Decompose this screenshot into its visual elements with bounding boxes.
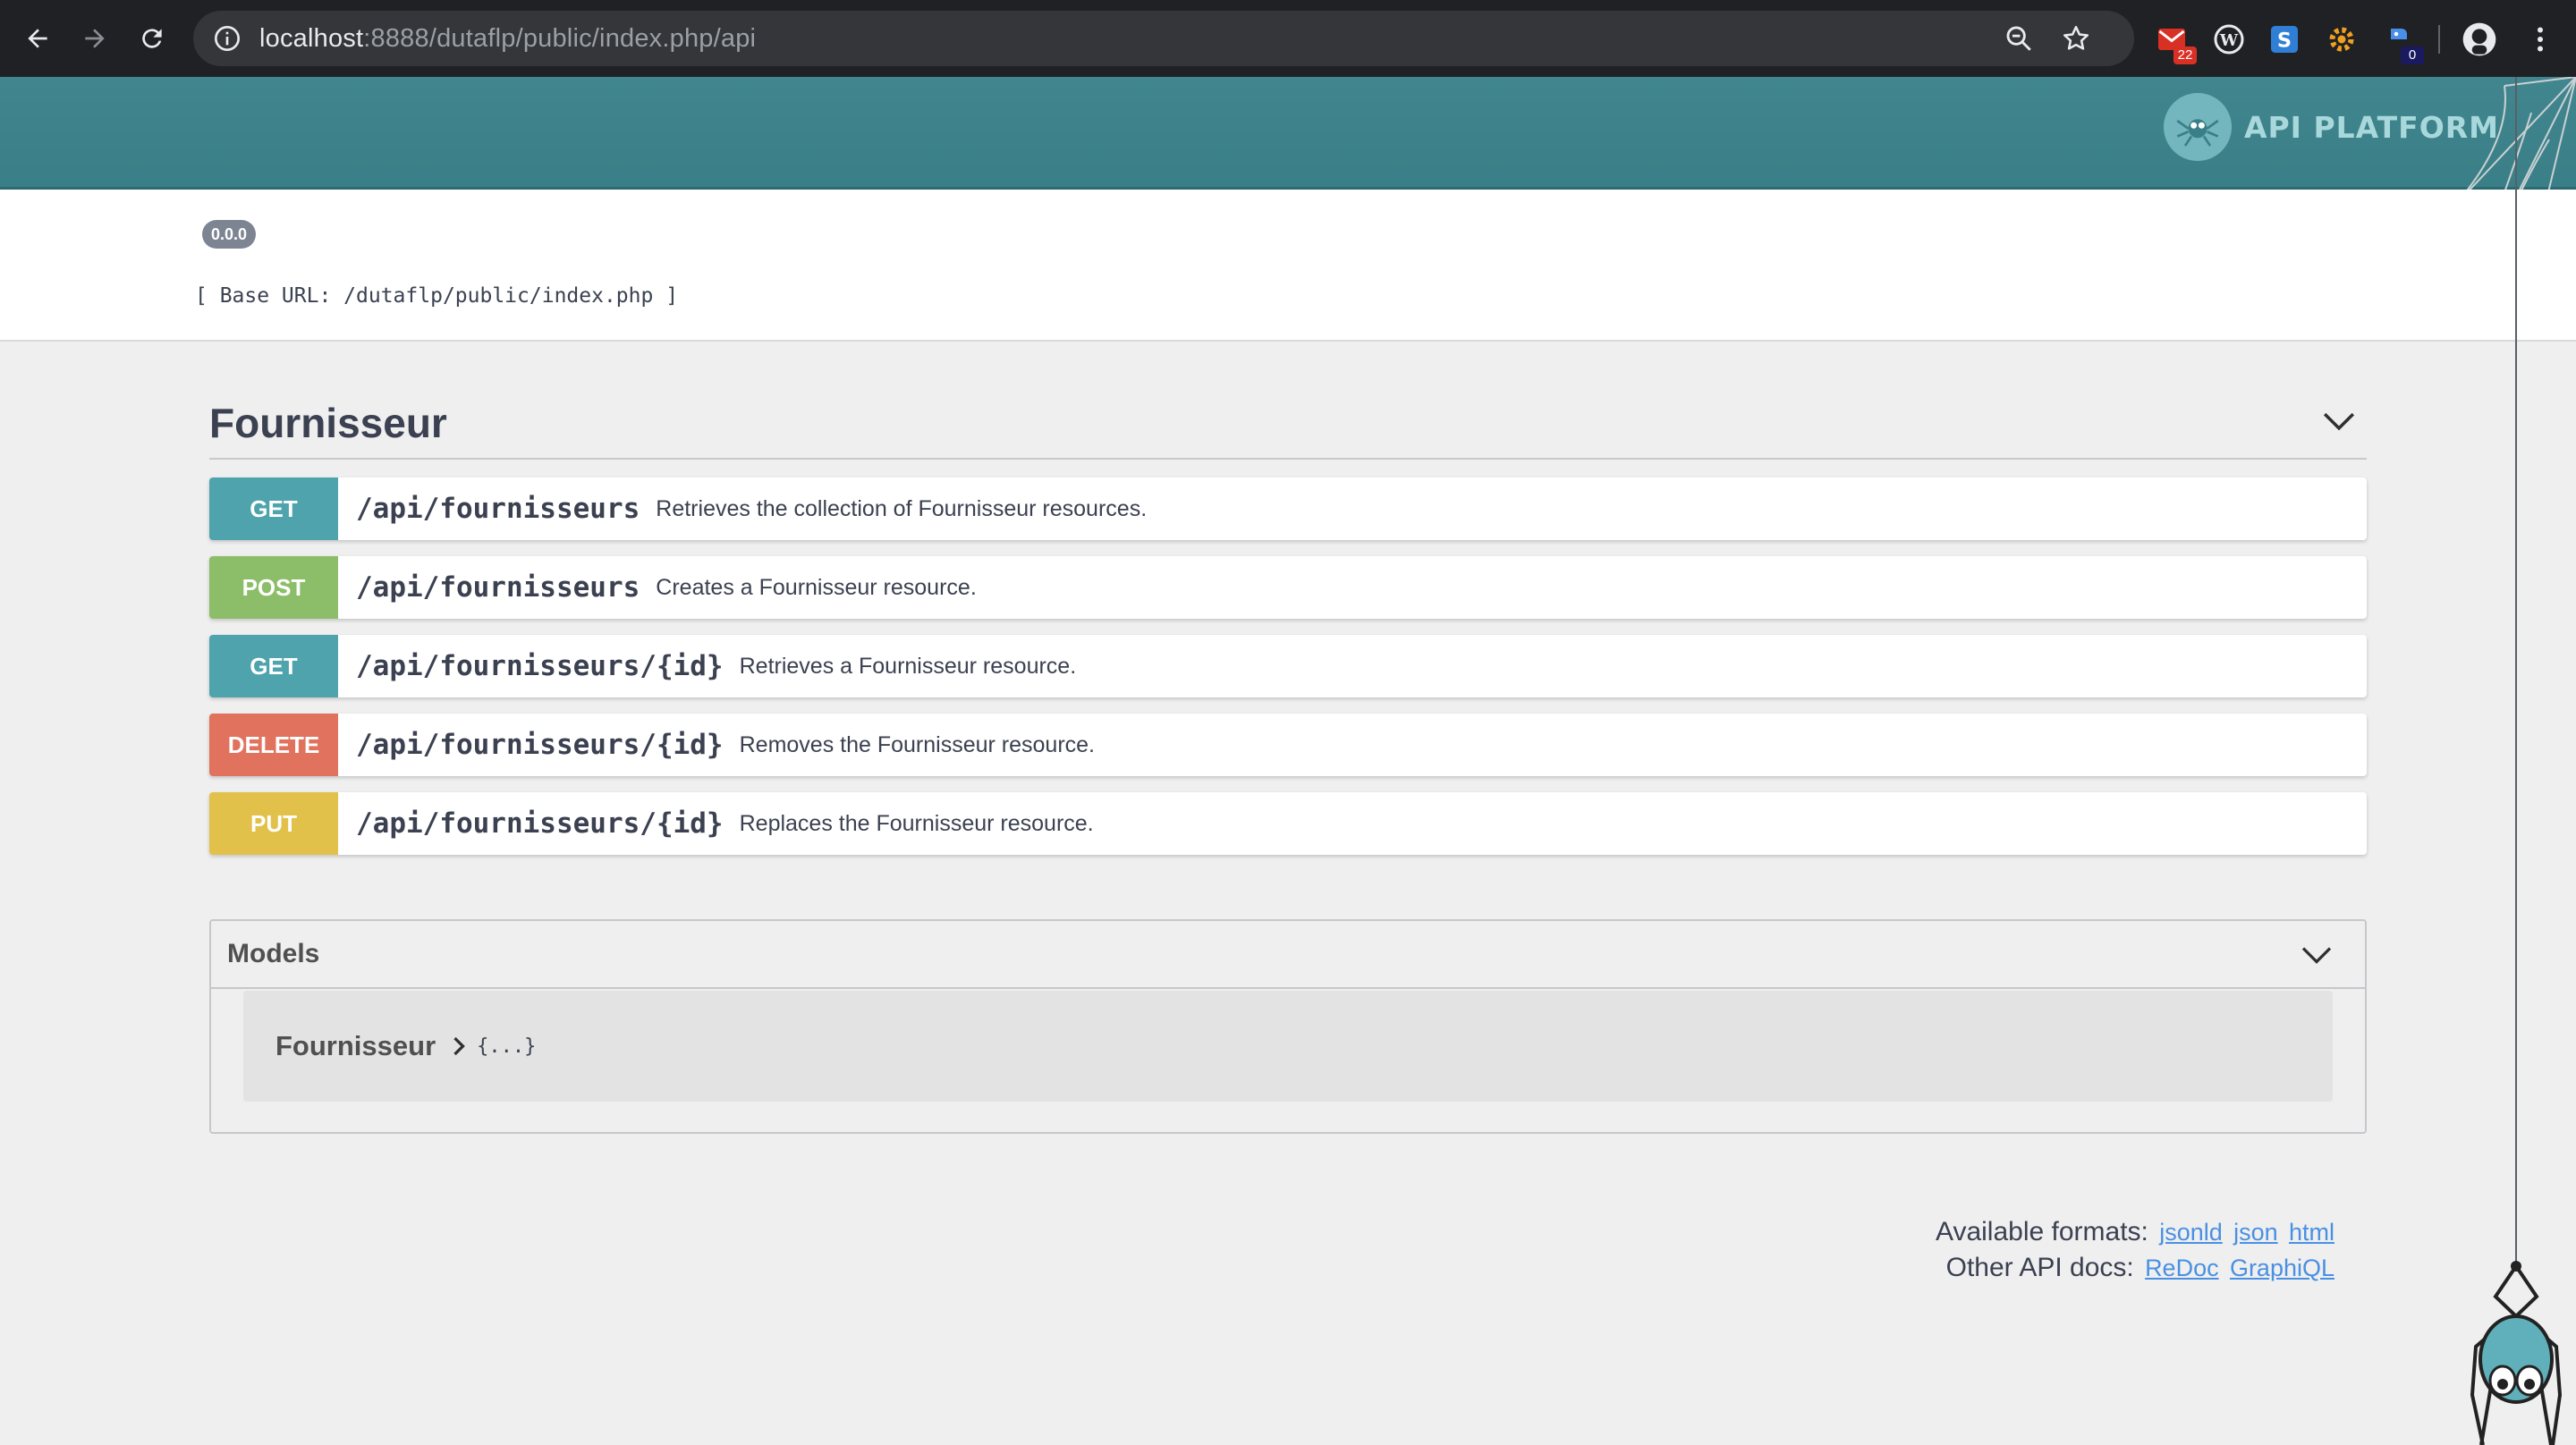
method-badge: GET bbox=[209, 477, 338, 540]
svg-text:W: W bbox=[2219, 31, 2239, 50]
gmail-extension-icon[interactable]: 22 bbox=[2156, 23, 2197, 64]
browser-toolbar: localhost:8888/dutaflp/public/index.php/… bbox=[0, 0, 2576, 77]
base-url: [ Base URL: /dutaflp/public/index.php ] bbox=[195, 284, 679, 308]
wordpress-extension-icon[interactable]: W bbox=[2213, 23, 2245, 55]
method-badge: POST bbox=[209, 556, 338, 619]
method-badge: GET bbox=[209, 635, 338, 697]
operation-summary: Retrieves the collection of Fournisseur … bbox=[656, 495, 1148, 521]
section-divider bbox=[209, 458, 2367, 460]
chevron-right-icon[interactable] bbox=[450, 1035, 468, 1057]
arrow-right-icon bbox=[85, 29, 105, 48]
models-header[interactable]: Models bbox=[211, 921, 2365, 989]
operation-get-item[interactable]: GET /api/fournisseurs/{id} Retrieves a F… bbox=[209, 635, 2367, 697]
operation-put[interactable]: PUT /api/fournisseurs/{id} Replaces the … bbox=[209, 792, 2367, 855]
operation-summary: Retrieves a Fournisseur resource. bbox=[739, 653, 1077, 679]
chevron-down-icon[interactable] bbox=[2322, 408, 2356, 435]
model-name: Fournisseur bbox=[275, 1030, 436, 1061]
url-text: localhost:8888/dutaflp/public/index.php/… bbox=[259, 23, 757, 53]
format-link-json[interactable]: json bbox=[2233, 1219, 2278, 1246]
models-title: Models bbox=[227, 939, 320, 968]
back-button[interactable] bbox=[13, 13, 63, 63]
operation-get-collection[interactable]: GET /api/fournisseurs Retrieves the coll… bbox=[209, 477, 2367, 540]
spider-mascot-icon bbox=[2470, 1261, 2563, 1445]
svg-text:S: S bbox=[2277, 29, 2292, 52]
spider-thread bbox=[2515, 77, 2517, 1266]
docs-row: Other API docs: ReDoc GraphiQL bbox=[1936, 1250, 2334, 1286]
address-bar[interactable]: localhost:8888/dutaflp/public/index.php/… bbox=[193, 11, 2134, 66]
toolbar-divider bbox=[2438, 25, 2440, 54]
models-section: Models Fournisseur {...} bbox=[209, 919, 2367, 1134]
more-menu-icon[interactable] bbox=[2524, 23, 2556, 55]
bookmark-star-icon[interactable] bbox=[2061, 23, 2091, 54]
operation-path: /api/fournisseurs/{id} bbox=[356, 729, 724, 761]
zoom-icon[interactable] bbox=[2004, 23, 2034, 54]
puzzle-extension-icon[interactable]: 0 bbox=[2383, 23, 2424, 64]
s-extension-icon[interactable]: S bbox=[2268, 23, 2301, 55]
operation-path: /api/fournisseurs bbox=[356, 493, 640, 525]
format-link-jsonld[interactable]: jsonld bbox=[2159, 1219, 2223, 1246]
operation-summary: Replaces the Fournisseur resource. bbox=[739, 810, 1094, 836]
docs-label: Other API docs: bbox=[1945, 1253, 2134, 1282]
operation-post[interactable]: POST /api/fournisseurs Creates a Fournis… bbox=[209, 556, 2367, 619]
api-platform-header: API PLATFORM bbox=[0, 77, 2576, 190]
operation-path: /api/fournisseurs bbox=[356, 571, 640, 604]
gear-extension-icon[interactable] bbox=[2326, 23, 2358, 55]
operation-path: /api/fournisseurs/{id} bbox=[356, 807, 724, 840]
docs-link-graphiql[interactable]: GraphiQL bbox=[2230, 1255, 2334, 1281]
formats-row: Available formats: jsonld json html bbox=[1936, 1214, 2334, 1250]
spider-logo-icon bbox=[2163, 93, 2232, 161]
reload-button[interactable] bbox=[127, 13, 177, 63]
version-badge: 0.0.0 bbox=[202, 220, 257, 249]
operation-path: /api/fournisseurs/{id} bbox=[356, 650, 724, 682]
model-preview: {...} bbox=[477, 1035, 537, 1058]
tag-title-fournisseur[interactable]: Fournisseur bbox=[209, 399, 447, 447]
method-badge: DELETE bbox=[209, 714, 338, 776]
format-link-html[interactable]: html bbox=[2289, 1219, 2334, 1246]
model-item-fournisseur[interactable]: Fournisseur {...} bbox=[243, 991, 2333, 1102]
docs-link-redoc[interactable]: ReDoc bbox=[2145, 1255, 2219, 1281]
operation-summary: Removes the Fournisseur resource. bbox=[739, 731, 1095, 757]
operation-delete[interactable]: DELETE /api/fournisseurs/{id} Removes th… bbox=[209, 714, 2367, 776]
forward-button[interactable] bbox=[70, 13, 120, 63]
info-icon[interactable] bbox=[213, 24, 242, 53]
formats-label: Available formats: bbox=[1935, 1217, 2148, 1246]
method-badge: PUT bbox=[209, 792, 338, 855]
profile-avatar-icon[interactable] bbox=[2462, 21, 2497, 57]
reload-icon bbox=[142, 29, 162, 48]
operation-summary: Creates a Fournisseur resource. bbox=[656, 574, 977, 600]
chevron-down-icon[interactable] bbox=[2301, 942, 2333, 968]
api-info-section: 0.0.0 [ Base URL: /dutaflp/public/index.… bbox=[0, 190, 2576, 342]
arrow-left-icon bbox=[28, 29, 47, 48]
footer-links: Available formats: jsonld json html Othe… bbox=[1936, 1214, 2334, 1286]
